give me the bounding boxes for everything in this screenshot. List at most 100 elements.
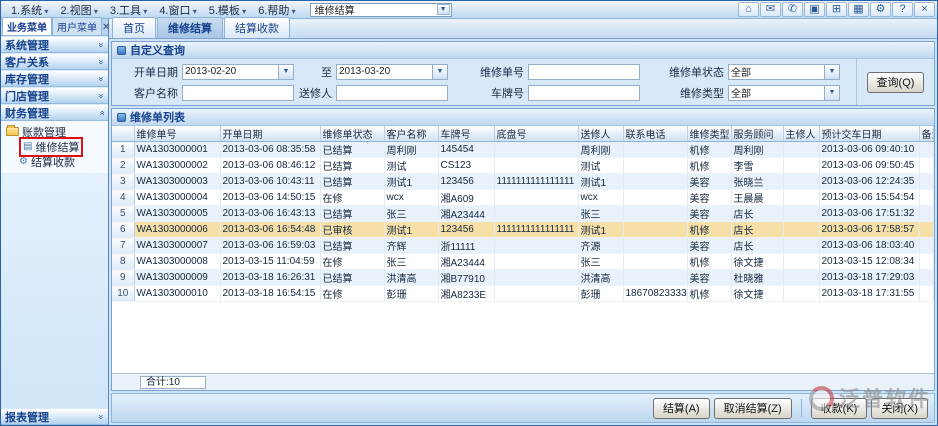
phone-icon[interactable]: ✆ xyxy=(782,2,803,17)
cell: 在修 xyxy=(320,254,384,270)
sidebar-tab-business-menu[interactable]: 业务菜单 xyxy=(2,17,52,35)
chevron-down-icon[interactable]: ▼ xyxy=(437,4,450,15)
row-number-cell: 7 xyxy=(112,238,134,254)
customer-name-input[interactable] xyxy=(182,85,294,101)
menu-1[interactable]: 1.系统 xyxy=(5,1,54,19)
cell: 在修 xyxy=(320,286,384,302)
cell: 店长 xyxy=(731,206,783,222)
table-row[interactable]: 9WA13030000092013-03-18 16:26:31已结算洪清高湘B… xyxy=(112,270,934,286)
cell: 湘B77910 xyxy=(438,270,494,286)
sidebar-group-store[interactable]: 门店管理 » xyxy=(1,87,108,104)
tab-repair-settlement[interactable]: 维修结算 xyxy=(157,17,223,38)
close-icon[interactable]: × xyxy=(914,2,935,17)
column-header[interactable]: 送修人 xyxy=(578,126,623,142)
column-header[interactable]: 备注 xyxy=(919,126,934,142)
column-header[interactable]: 维修单号 xyxy=(134,126,220,142)
main-area: 首页 维修结算 结算收款 自定义查询 开单日期 xyxy=(109,19,937,425)
cell: 李雪 xyxy=(731,158,783,174)
cell: 已结算 xyxy=(320,270,384,286)
sender-input[interactable] xyxy=(336,85,448,101)
menu-5[interactable]: 5.模板 xyxy=(203,1,252,19)
chevron-down-icon: » xyxy=(96,76,106,81)
home-icon[interactable]: ⌂ xyxy=(738,2,759,17)
chevron-down-icon[interactable]: ▼ xyxy=(279,64,294,80)
sidebar: 业务菜单 用户菜单 ✕ 系统管理 » 客户关系 » 库存管理 » 门店管理 » … xyxy=(1,19,109,425)
customer-name-label: 客户名称 xyxy=(116,85,182,101)
menu-3[interactable]: 3.工具 xyxy=(104,1,153,19)
close-button[interactable]: 关闭(X) xyxy=(871,398,928,419)
cancel-settle-button[interactable]: 取消结算(Z) xyxy=(714,398,792,419)
sidebar-group-label: 客户关系 xyxy=(5,54,49,70)
menu-list: 1.系统2.视图3.工具4.窗口5.模板6.帮助 xyxy=(5,1,302,19)
cell xyxy=(494,190,578,206)
tree-item-settlement-collection[interactable]: ⚙ 结算收款 xyxy=(17,154,108,169)
chevron-down-icon[interactable]: ▼ xyxy=(433,64,448,80)
sidebar-group-finance[interactable]: 财务管理 » xyxy=(1,104,108,121)
sidebar-group-label: 系统管理 xyxy=(5,37,49,53)
column-header[interactable]: 主修人 xyxy=(783,126,819,142)
module-selector[interactable]: 维修结算 ▼ xyxy=(310,3,452,17)
table-row[interactable]: 10WA13030000102013-03-18 16:54:15在修彭珊湘A8… xyxy=(112,286,934,302)
cell xyxy=(783,222,819,238)
grid-scroll: 维修单号开单日期维修单状态客户名称车牌号底盘号送修人联系电话维修类型服务顾问主修… xyxy=(112,126,934,302)
cell: 测试1 xyxy=(578,222,623,238)
monitor-icon[interactable]: ▣ xyxy=(804,2,825,17)
help-icon[interactable]: ? xyxy=(892,2,913,17)
cell xyxy=(494,270,578,286)
tree-item-repair-settlement[interactable]: ▤ 维修结算 xyxy=(17,139,108,154)
column-header[interactable]: 维修类型 xyxy=(687,126,731,142)
repair-type-value[interactable] xyxy=(728,85,825,101)
picture-icon[interactable]: ▦ xyxy=(848,2,869,17)
column-header[interactable]: 开单日期 xyxy=(220,126,320,142)
order-status-select[interactable]: ▼ xyxy=(728,64,840,80)
menu-4[interactable]: 4.窗口 xyxy=(153,1,202,19)
sidebar-tab-user-menu[interactable]: 用户菜单 xyxy=(52,17,102,35)
column-header[interactable]: 服务顾问 xyxy=(731,126,783,142)
column-header[interactable]: 预计交车日期 xyxy=(819,126,919,142)
settle-button[interactable]: 结算(A) xyxy=(653,398,710,419)
menu-2[interactable]: 2.视图 xyxy=(54,1,103,19)
cell: 周利刚 xyxy=(731,142,783,158)
billing-date-from-input[interactable] xyxy=(182,64,279,80)
sidebar-group-system[interactable]: 系统管理 » xyxy=(1,36,108,53)
cell: 2013-03-06 16:54:48 xyxy=(220,222,320,238)
column-header[interactable]: 车牌号 xyxy=(438,126,494,142)
table-row[interactable]: 2WA13030000022013-03-06 08:46:12已结算测试CS1… xyxy=(112,158,934,174)
sidebar-group-customer[interactable]: 客户关系 » xyxy=(1,53,108,70)
query-button[interactable]: 查询(Q) xyxy=(867,72,925,93)
cell: 2013-03-06 16:59:03 xyxy=(220,238,320,254)
chevron-down-icon[interactable]: ▼ xyxy=(825,85,840,101)
chevron-down-icon: » xyxy=(96,93,106,98)
column-header[interactable]: 底盘号 xyxy=(494,126,578,142)
sidebar-group-inventory[interactable]: 库存管理 » xyxy=(1,70,108,87)
table-row[interactable]: 3WA13030000032013-03-06 10:43:11已结算测试112… xyxy=(112,174,934,190)
row-number-cell: 8 xyxy=(112,254,134,270)
tab-home[interactable]: 首页 xyxy=(112,17,156,38)
order-status-value[interactable] xyxy=(728,64,825,80)
plate-no-input[interactable] xyxy=(528,85,640,101)
billing-date-to-input[interactable] xyxy=(336,64,433,80)
tab-settlement-collection[interactable]: 结算收款 xyxy=(224,17,290,38)
column-header[interactable]: 维修单状态 xyxy=(320,126,384,142)
cell: 2013-03-06 16:43:13 xyxy=(220,206,320,222)
collect-payment-button[interactable]: 收款(K) xyxy=(811,398,868,419)
menu-6[interactable]: 6.帮助 xyxy=(252,1,301,19)
cell: 测试1 xyxy=(578,174,623,190)
mail-icon[interactable]: ✉ xyxy=(760,2,781,17)
table-row[interactable]: 6WA13030000062013-03-06 16:54:48已审核测试112… xyxy=(112,222,934,238)
table-row[interactable]: 8WA13030000082013-03-15 11:04:59在修张三湘A23… xyxy=(112,254,934,270)
apps-icon[interactable]: ⊞ xyxy=(826,2,847,17)
row-number-cell: 1 xyxy=(112,142,134,158)
column-header[interactable]: 客户名称 xyxy=(384,126,438,142)
table-row[interactable]: 4WA13030000042013-03-06 14:50:15在修wcx湘A6… xyxy=(112,190,934,206)
table-row[interactable]: 1WA13030000012013-03-06 08:35:58已结算周利刚14… xyxy=(112,142,934,158)
sidebar-group-reports[interactable]: 报表管理 » xyxy=(1,408,108,425)
repair-type-select[interactable]: ▼ xyxy=(728,85,840,101)
table-row[interactable]: 7WA13030000072013-03-06 16:59:03已结算齐辉浙11… xyxy=(112,238,934,254)
column-header[interactable]: 联系电话 xyxy=(623,126,687,142)
settings-icon[interactable]: ⚙ xyxy=(870,2,891,17)
cell: 洪清高 xyxy=(578,270,623,286)
order-no-input[interactable] xyxy=(528,64,640,80)
chevron-down-icon[interactable]: ▼ xyxy=(825,64,840,80)
table-row[interactable]: 5WA13030000052013-03-06 16:43:13已结算张三湘A2… xyxy=(112,206,934,222)
